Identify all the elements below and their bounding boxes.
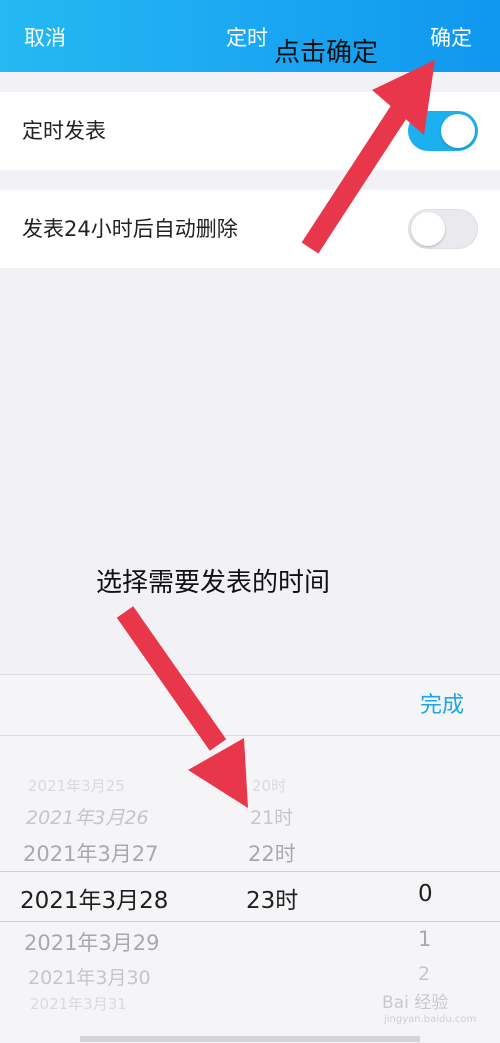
watermark-url: jingyan.baidu.com [384, 1014, 477, 1025]
picker-hint-annotation: 选择需要发表的时间 [96, 568, 331, 598]
arrow-to-picker-icon [116, 606, 248, 808]
watermark-logo: Bai 经验 [382, 993, 449, 1013]
bottom-handle [80, 1036, 420, 1042]
annotation-arrows [116, 60, 435, 808]
arrow-to-confirm-icon [301, 60, 435, 254]
confirm-hint-annotation: 点击确定 [274, 38, 379, 68]
